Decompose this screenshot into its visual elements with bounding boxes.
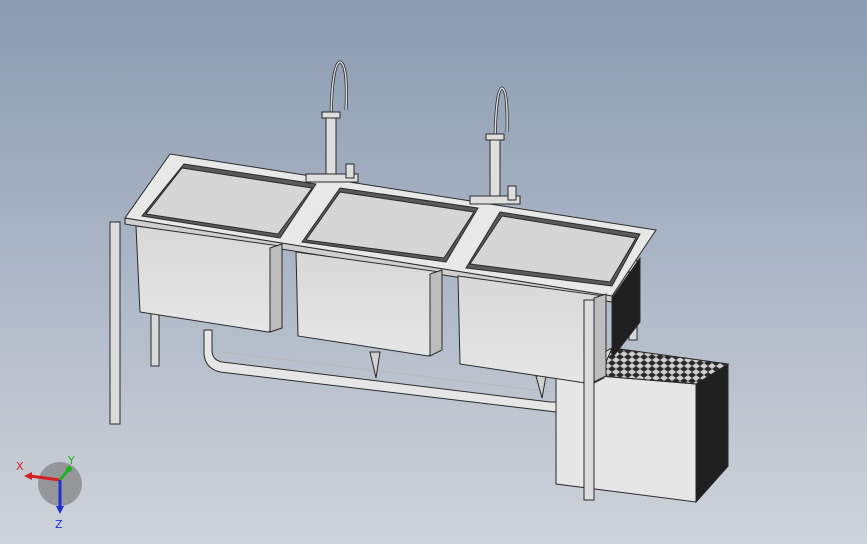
faucet-left[interactable] <box>305 60 359 183</box>
y-axis-label: Y <box>67 454 75 467</box>
faucet-right[interactable] <box>469 86 521 205</box>
x-axis-arrowhead <box>24 472 32 480</box>
x-axis-label: X <box>16 460 24 473</box>
z-axis-label: Z <box>55 518 63 531</box>
z-axis-arrowhead <box>56 506 64 514</box>
sink-model[interactable] <box>0 0 867 544</box>
orientation-triad[interactable]: X Y Z <box>10 452 82 532</box>
cad-viewport[interactable]: X Y Z <box>0 0 867 544</box>
